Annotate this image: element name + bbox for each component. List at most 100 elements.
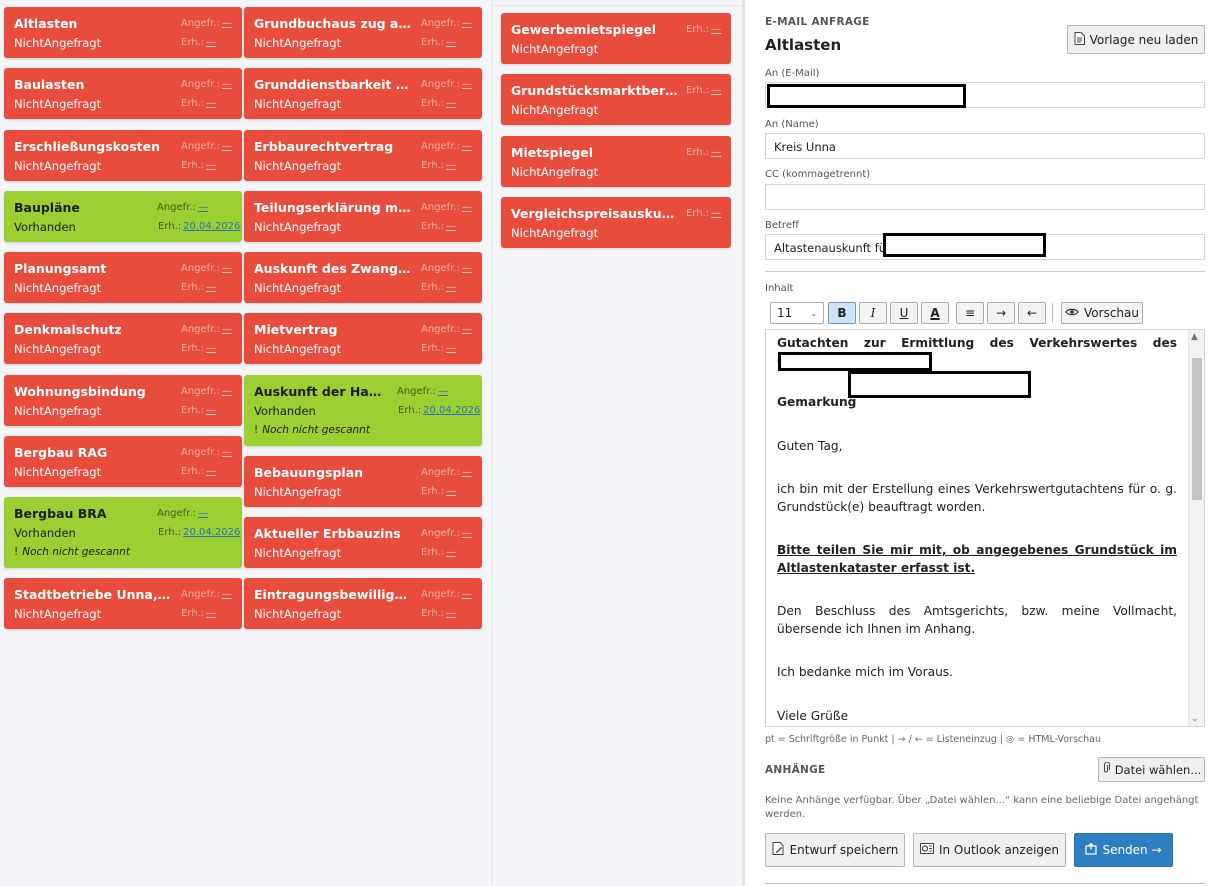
requested-value[interactable]: — (462, 263, 472, 274)
received-value[interactable]: — (711, 85, 721, 96)
preview-button[interactable]: Vorschau (1061, 302, 1143, 324)
requested-value[interactable]: — (222, 324, 232, 335)
received-value[interactable]: — (446, 282, 456, 293)
received-value[interactable]: — (446, 608, 456, 619)
request-card[interactable]: Grundstücksmarktbericht NichtAngefragt Erh… (501, 74, 731, 125)
requested-value[interactable]: — (222, 386, 232, 397)
request-card[interactable]: Auskunft der Hausv... Vorhanden Angefr.:— E… (244, 375, 482, 446)
card-status: NichtAngefragt (14, 97, 102, 111)
received-value[interactable]: — (446, 98, 456, 109)
outlook-button[interactable]: In Outlook anzeigen (913, 833, 1066, 867)
request-card[interactable]: Teilungserklärung mit P... NichtAngefragt… (244, 191, 482, 242)
to-name-field[interactable]: Kreis Unna (765, 133, 1205, 159)
received-value[interactable]: — (206, 98, 216, 109)
redaction-box (778, 352, 932, 371)
text-color-button[interactable]: A (921, 302, 949, 324)
received-value[interactable]: — (446, 547, 456, 558)
requested-value[interactable]: — (462, 18, 472, 29)
request-card[interactable]: Stadtbetriebe Unna, Ka... NichtAngefragt A… (4, 578, 242, 629)
scroll-up-icon[interactable]: ▲ (1191, 332, 1198, 342)
requested-value[interactable]: — (198, 508, 208, 519)
body-paragraph-3: Den Beschluss des Amtsgerichts, bzw. mei… (777, 604, 1177, 636)
list-button[interactable]: ≡ (956, 302, 984, 324)
received-value[interactable]: — (206, 608, 216, 619)
received-value[interactable]: — (446, 37, 456, 48)
attachments-empty-text: Keine Anhänge verfügbar. Über „Datei wäh… (765, 795, 1199, 820)
card-status: Vorhanden (254, 404, 316, 418)
requested-value[interactable]: — (222, 18, 232, 29)
requested-value[interactable]: — (222, 589, 232, 600)
received-value[interactable]: — (206, 343, 216, 354)
request-card[interactable]: Mietspiegel NichtAngefragt Erh.: — (501, 136, 731, 187)
requested-value[interactable]: — (222, 79, 232, 90)
request-card[interactable]: Mietvertrag NichtAngefragt Angefr.: — Erh.: — (244, 313, 482, 364)
request-card[interactable]: Baupläne Vorhanden Angefr.: — Erh.: 20.04.202… (4, 191, 242, 242)
requested-value[interactable]: — (462, 324, 472, 335)
request-card[interactable]: Planungsamt NichtAngefragt Angefr.: — Erh.: — (4, 252, 242, 303)
requested-value[interactable]: — (438, 386, 448, 397)
request-card[interactable]: Baulasten NichtAngefragt Angefr.: — Erh.: — (4, 68, 242, 119)
request-card[interactable]: Gewerbemietspiegel NichtAngefragt Erh.: — (501, 13, 731, 64)
received-value[interactable]: 20.04.2026 (183, 527, 240, 538)
requested-value[interactable]: — (462, 467, 472, 478)
received-value[interactable]: 20.04.2026 (183, 221, 240, 232)
choose-file-button[interactable]: Datei wählen... (1098, 757, 1205, 782)
request-card[interactable]: Auskunft des Zwangsve... NichtAngefragt An… (244, 252, 482, 303)
requested-value[interactable]: — (462, 589, 472, 600)
received-value[interactable]: — (206, 405, 216, 416)
requested-value[interactable]: — (462, 528, 472, 539)
received-value[interactable]: — (711, 208, 721, 219)
requested-meta: Angefr.: — (157, 202, 208, 213)
font-size-select[interactable]: 11 ⌄ (770, 302, 824, 324)
italic-button[interactable]: I (859, 302, 887, 324)
received-value[interactable]: — (446, 343, 456, 354)
request-card[interactable]: Bebauungsplan NichtAngefragt Angefr.: — Erh.… (244, 456, 482, 507)
request-card[interactable]: Wohnungsbindung NichtAngefragt Angefr.: — Er… (4, 375, 242, 426)
send-button[interactable]: Senden → (1074, 833, 1173, 867)
requested-value[interactable]: — (462, 202, 472, 213)
received-value[interactable]: — (446, 486, 456, 497)
request-card[interactable]: Eintragungsbewilligung NichtAngefragt Ange… (244, 578, 482, 629)
received-value[interactable]: — (206, 160, 216, 171)
request-card[interactable]: Bergbau BRA Vorhanden Angefr.: — Erh.: 20.04.… (4, 497, 242, 568)
received-meta: Erh.: — (686, 208, 721, 219)
received-value[interactable]: — (206, 37, 216, 48)
received-value[interactable]: — (206, 466, 216, 477)
requested-value[interactable]: — (222, 141, 232, 152)
request-card[interactable]: Erschließungskosten NichtAngefragt Angefr.… (4, 130, 242, 181)
indent-button[interactable]: → (987, 302, 1015, 324)
received-value[interactable]: — (711, 24, 721, 35)
bold-button[interactable]: B (828, 302, 856, 324)
request-card[interactable]: Altlasten NichtAngefragt Angefr.: — Erh.: — (4, 7, 242, 58)
save-draft-button[interactable]: Entwurf speichern (765, 833, 905, 867)
editor-scrollbar[interactable]: ▲ ⌄ (1188, 330, 1204, 726)
received-value[interactable]: — (446, 160, 456, 171)
received-value[interactable]: 20.04.2026 (423, 405, 480, 416)
scroll-down-icon[interactable]: ⌄ (1191, 714, 1199, 724)
requested-value[interactable]: — (198, 202, 208, 213)
request-card[interactable]: Vergleichspreisauskunft NichtAngefragt Erh… (501, 197, 731, 248)
outdent-button[interactable]: ← (1018, 302, 1046, 324)
requested-value[interactable]: — (462, 141, 472, 152)
requested-value[interactable]: — (222, 447, 232, 458)
card-title: Eintragungsbewilligung (254, 587, 414, 602)
request-card[interactable]: Grundbuchaus zug anfo... NichtAngefragt An… (244, 7, 482, 58)
requested-value[interactable]: — (222, 263, 232, 274)
requested-meta: Angefr.: — (181, 18, 232, 29)
requested-value[interactable]: — (462, 79, 472, 90)
content-editor[interactable]: Gutachten zur Ermittlung des Verkehrswer… (765, 329, 1205, 727)
card-title: Gewerbemietspiegel (511, 22, 656, 37)
request-card[interactable]: Bergbau RAG NichtAngefragt Angefr.: — Erh.: — (4, 436, 242, 487)
cc-field[interactable] (765, 184, 1205, 210)
received-value[interactable]: — (711, 147, 721, 158)
request-card[interactable]: Erbbaurechtvertrag NichtAngefragt Angefr.:… (244, 130, 482, 181)
request-card[interactable]: Denkmalschutz NichtAngefragt Angefr.: — Erh.… (4, 313, 242, 364)
received-label: Erh.: (421, 547, 445, 558)
scroll-thumb[interactable] (1192, 358, 1202, 500)
received-value[interactable]: — (446, 221, 456, 232)
received-value[interactable]: — (206, 282, 216, 293)
request-card[interactable]: Aktueller Erbbauzins NichtAngefragt Angefr… (244, 517, 482, 568)
underline-button[interactable]: U (890, 302, 918, 324)
request-card[interactable]: Grunddienstbarkeit m.... NichtAngefragt An… (244, 68, 482, 119)
reload-template-button[interactable]: Vorlage neu laden (1067, 25, 1205, 54)
